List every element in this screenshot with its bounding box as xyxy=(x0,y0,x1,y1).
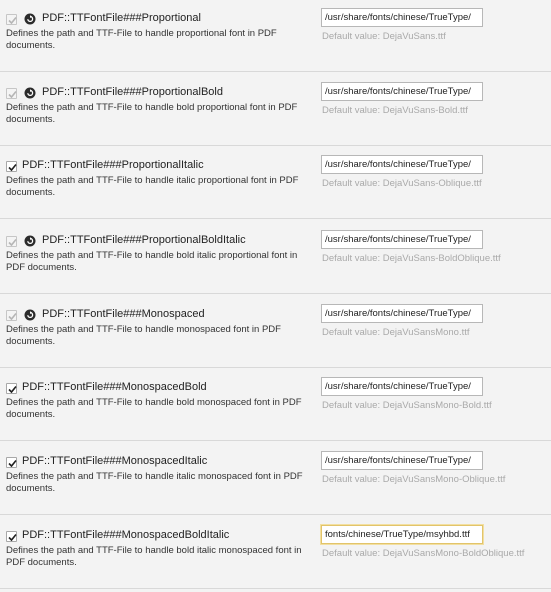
setting-default-value: Default value: DejaVuSansMono.ttf xyxy=(322,327,470,338)
setting-checkbox[interactable] xyxy=(6,310,17,321)
checkmark-icon xyxy=(8,16,17,25)
reset-icon[interactable] xyxy=(24,235,36,247)
setting-row: PDF::TTFontFile###MonospacedItalic Defin… xyxy=(0,451,551,515)
setting-description: Defines the path and TTF-File to handle … xyxy=(6,397,302,420)
setting-checkbox[interactable] xyxy=(6,14,17,25)
setting-description: Defines the path and TTF-File to handle … xyxy=(6,28,277,51)
setting-description: Defines the path and TTF-File to handle … xyxy=(6,250,298,273)
reset-icon[interactable] xyxy=(24,309,36,321)
setting-path-input[interactable] xyxy=(321,155,483,174)
setting-default-value: Default value: DejaVuSans-BoldOblique.tt… xyxy=(322,253,501,264)
setting-description: Defines the path and TTF-File to handle … xyxy=(6,175,299,198)
setting-row: PDF::TTFontFile###ProportionalItalic Def… xyxy=(0,155,551,219)
setting-row: PDF::TTFontFile###ProportionalBoldItalic… xyxy=(0,230,551,294)
reset-icon[interactable] xyxy=(24,87,36,99)
setting-row: PDF::TTFontFile###MonospacedBold Defines… xyxy=(0,377,551,441)
checkmark-icon xyxy=(8,163,17,172)
setting-title: PDF::TTFontFile###Monospaced xyxy=(42,308,205,320)
setting-path-input[interactable] xyxy=(321,451,483,470)
checkmark-icon xyxy=(8,90,17,99)
setting-title: PDF::TTFontFile###MonospacedBoldItalic xyxy=(22,529,230,541)
setting-default-value: Default value: DejaVuSans-Bold.ttf xyxy=(322,105,468,116)
setting-default-value: Default value: DejaVuSans.ttf xyxy=(322,31,446,42)
setting-row: PDF::TTFontFile###Proportional Defines t… xyxy=(0,8,551,72)
reset-icon[interactable] xyxy=(24,13,36,25)
setting-row: PDF::TTFontFile###MonospacedBoldItalic D… xyxy=(0,525,551,589)
setting-default-value: Default value: DejaVuSansMono-BoldObliqu… xyxy=(322,548,525,559)
setting-title: PDF::TTFontFile###Proportional xyxy=(42,12,201,24)
setting-title: PDF::TTFontFile###ProportionalBoldItalic xyxy=(42,234,246,246)
setting-description: Defines the path and TTF-File to handle … xyxy=(6,471,303,494)
setting-checkbox[interactable] xyxy=(6,236,17,247)
setting-title: PDF::TTFontFile###ProportionalItalic xyxy=(22,159,204,171)
setting-checkbox[interactable] xyxy=(6,161,17,172)
setting-checkbox[interactable] xyxy=(6,383,17,394)
setting-row: PDF::TTFontFile###ProportionalBold Defin… xyxy=(0,82,551,146)
setting-default-value: Default value: DejaVuSansMono-Bold.ttf xyxy=(322,400,492,411)
setting-checkbox[interactable] xyxy=(6,457,17,468)
checkmark-icon xyxy=(8,459,17,468)
setting-description: Defines the path and TTF-File to handle … xyxy=(6,102,298,125)
setting-checkbox[interactable] xyxy=(6,531,17,542)
checkmark-icon xyxy=(8,312,17,321)
setting-path-input[interactable] xyxy=(321,82,483,101)
setting-path-input[interactable] xyxy=(321,8,483,27)
setting-row: PDF::TTFontFile###Monospaced Defines the… xyxy=(0,304,551,368)
setting-default-value: Default value: DejaVuSans-Oblique.ttf xyxy=(322,178,482,189)
setting-description: Defines the path and TTF-File to handle … xyxy=(6,324,281,347)
setting-checkbox[interactable] xyxy=(6,88,17,99)
setting-path-input[interactable] xyxy=(321,377,483,396)
setting-path-input[interactable] xyxy=(321,230,483,249)
setting-description: Defines the path and TTF-File to handle … xyxy=(6,545,302,568)
setting-title: PDF::TTFontFile###ProportionalBold xyxy=(42,86,223,98)
checkmark-icon xyxy=(8,385,17,394)
sysconfig-settings-list: PDF::TTFontFile###Proportional Defines t… xyxy=(0,0,551,592)
setting-default-value: Default value: DejaVuSansMono-Oblique.tt… xyxy=(322,474,506,485)
checkmark-icon xyxy=(8,238,17,247)
setting-path-input[interactable] xyxy=(321,304,483,323)
setting-title: PDF::TTFontFile###MonospacedItalic xyxy=(22,455,208,467)
setting-title: PDF::TTFontFile###MonospacedBold xyxy=(22,381,207,393)
checkmark-icon xyxy=(8,533,17,542)
setting-path-input[interactable] xyxy=(321,525,483,544)
